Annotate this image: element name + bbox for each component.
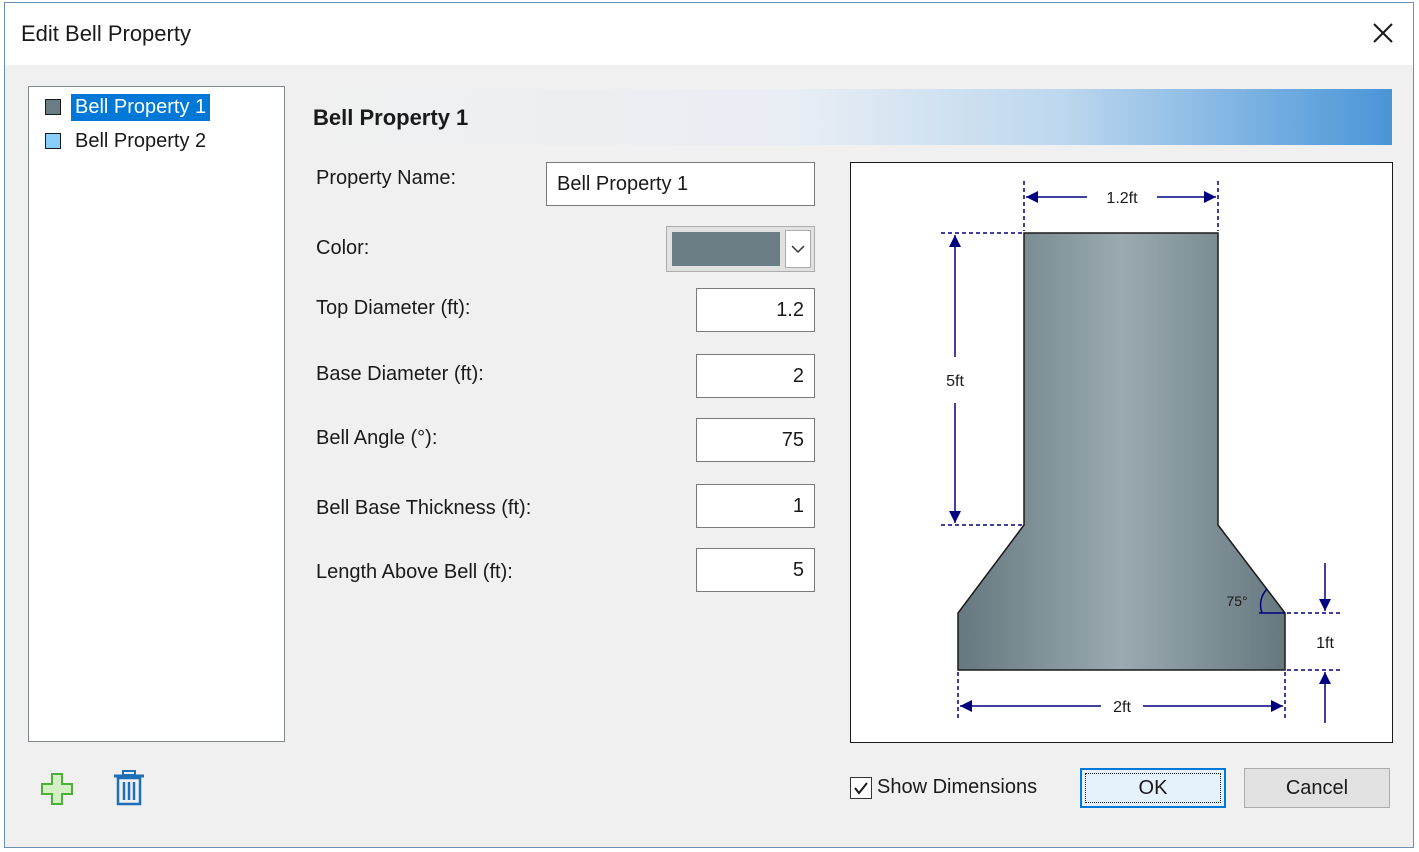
show-dimensions-label: Show Dimensions (877, 776, 1038, 798)
section-header: Bell Property 1 (301, 89, 1392, 145)
base-diameter-dim-label: 2ft (1113, 699, 1131, 716)
bell-base-thickness-input[interactable]: 1 (696, 484, 815, 528)
base-diameter-label: Base Diameter (ft): (316, 363, 484, 385)
color-label: Color: (316, 237, 370, 259)
bell-diagram: 1.2ft 5ft 75° 1ft 2ft (850, 162, 1393, 743)
length-dim-label: 5ft (946, 373, 964, 390)
add-property-button[interactable] (39, 771, 75, 812)
ok-button-label: OK (1085, 773, 1221, 803)
top-diameter-dim-label: 1.2ft (1106, 190, 1138, 207)
bell-diagram-svg: 1.2ft 5ft 75° 1ft 2ft (941, 181, 1341, 723)
section-title: Bell Property 1 (313, 105, 469, 130)
thickness-dim-label: 1ft (1316, 635, 1334, 652)
show-dimensions-checkbox[interactable]: Show Dimensions (850, 776, 1037, 799)
base-diameter-dimension: 2ft (960, 699, 1283, 716)
trash-icon (114, 770, 144, 806)
list-item-label: Bell Property 1 (71, 93, 211, 121)
ok-button[interactable]: OK (1080, 768, 1226, 808)
delete-property-button[interactable] (111, 769, 147, 812)
list-item-bell-property-1[interactable]: Bell Property 1 (45, 91, 284, 123)
color-dropdown[interactable] (666, 226, 815, 272)
bell-angle-label: Bell Angle (°): (316, 427, 438, 449)
property-name-input[interactable]: Bell Property 1 (546, 162, 815, 206)
close-button[interactable] (1363, 13, 1403, 53)
thickness-dimension: 1ft (1316, 563, 1334, 723)
color-swatch-preview (672, 232, 780, 266)
top-diameter-input[interactable]: 1.2 (696, 288, 815, 332)
top-diameter-label: Top Diameter (ft): (316, 297, 471, 319)
list-item-bell-property-2[interactable]: Bell Property 2 (45, 125, 284, 157)
list-item-label: Bell Property 2 (75, 129, 207, 152)
close-icon (1373, 23, 1393, 43)
bell-property-list: Bell Property 1 Bell Property 2 (28, 86, 285, 742)
dropdown-button[interactable] (785, 230, 811, 268)
checkbox-box[interactable] (850, 776, 872, 799)
edit-bell-property-dialog: Edit Bell Property Bell Property 1 Bell … (4, 2, 1414, 848)
length-above-bell-input[interactable]: 5 (696, 548, 815, 592)
angle-dim-label: 75° (1226, 593, 1247, 609)
chevron-down-icon (791, 245, 805, 254)
length-above-bell-label: Length Above Bell (ft): (316, 561, 513, 583)
bell-angle-input[interactable]: 75 (696, 418, 815, 462)
color-swatch (45, 99, 61, 115)
base-diameter-input[interactable]: 2 (696, 354, 815, 398)
property-name-label: Property Name: (316, 167, 457, 189)
plus-icon (41, 773, 73, 805)
bell-base-thickness-label: Bell Base Thickness (ft): (316, 497, 532, 519)
title-bar: Edit Bell Property (5, 3, 1413, 65)
checkmark-icon (854, 781, 868, 795)
cancel-button[interactable]: Cancel (1244, 768, 1390, 808)
window-title: Edit Bell Property (21, 21, 191, 46)
length-dimension: 5ft (946, 235, 964, 523)
top-diameter-dimension: 1.2ft (1026, 190, 1216, 207)
color-swatch (45, 133, 61, 149)
